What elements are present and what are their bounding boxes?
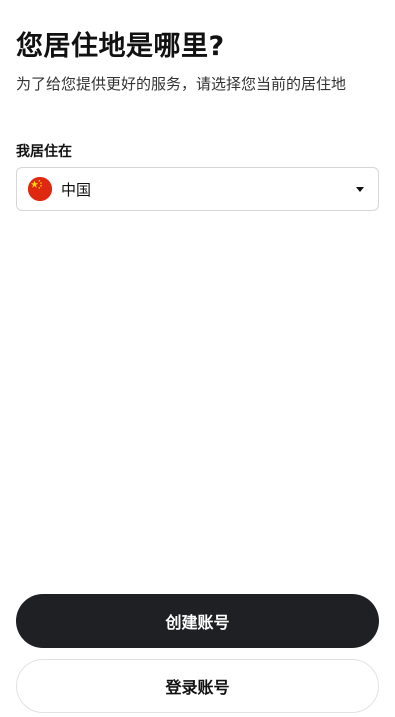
page-title: 您居住地是哪里? xyxy=(16,31,225,62)
china-flag-icon xyxy=(28,177,52,201)
login-button[interactable]: 登录账号 xyxy=(16,659,379,713)
page-subtitle: 为了给您提供更好的服务，请选择您当前的居住地 xyxy=(16,75,347,93)
residence-selection-screen: 您居住地是哪里? 为了给您提供更好的服务，请选择您当前的居住地 我居住在 中国 … xyxy=(0,0,395,717)
create-account-button[interactable]: 创建账号 xyxy=(16,594,379,648)
country-select[interactable]: 中国 xyxy=(16,167,379,211)
residence-field-label: 我居住在 xyxy=(16,144,72,160)
selected-country: 中国 xyxy=(61,180,92,199)
caret-down-icon xyxy=(356,186,364,192)
